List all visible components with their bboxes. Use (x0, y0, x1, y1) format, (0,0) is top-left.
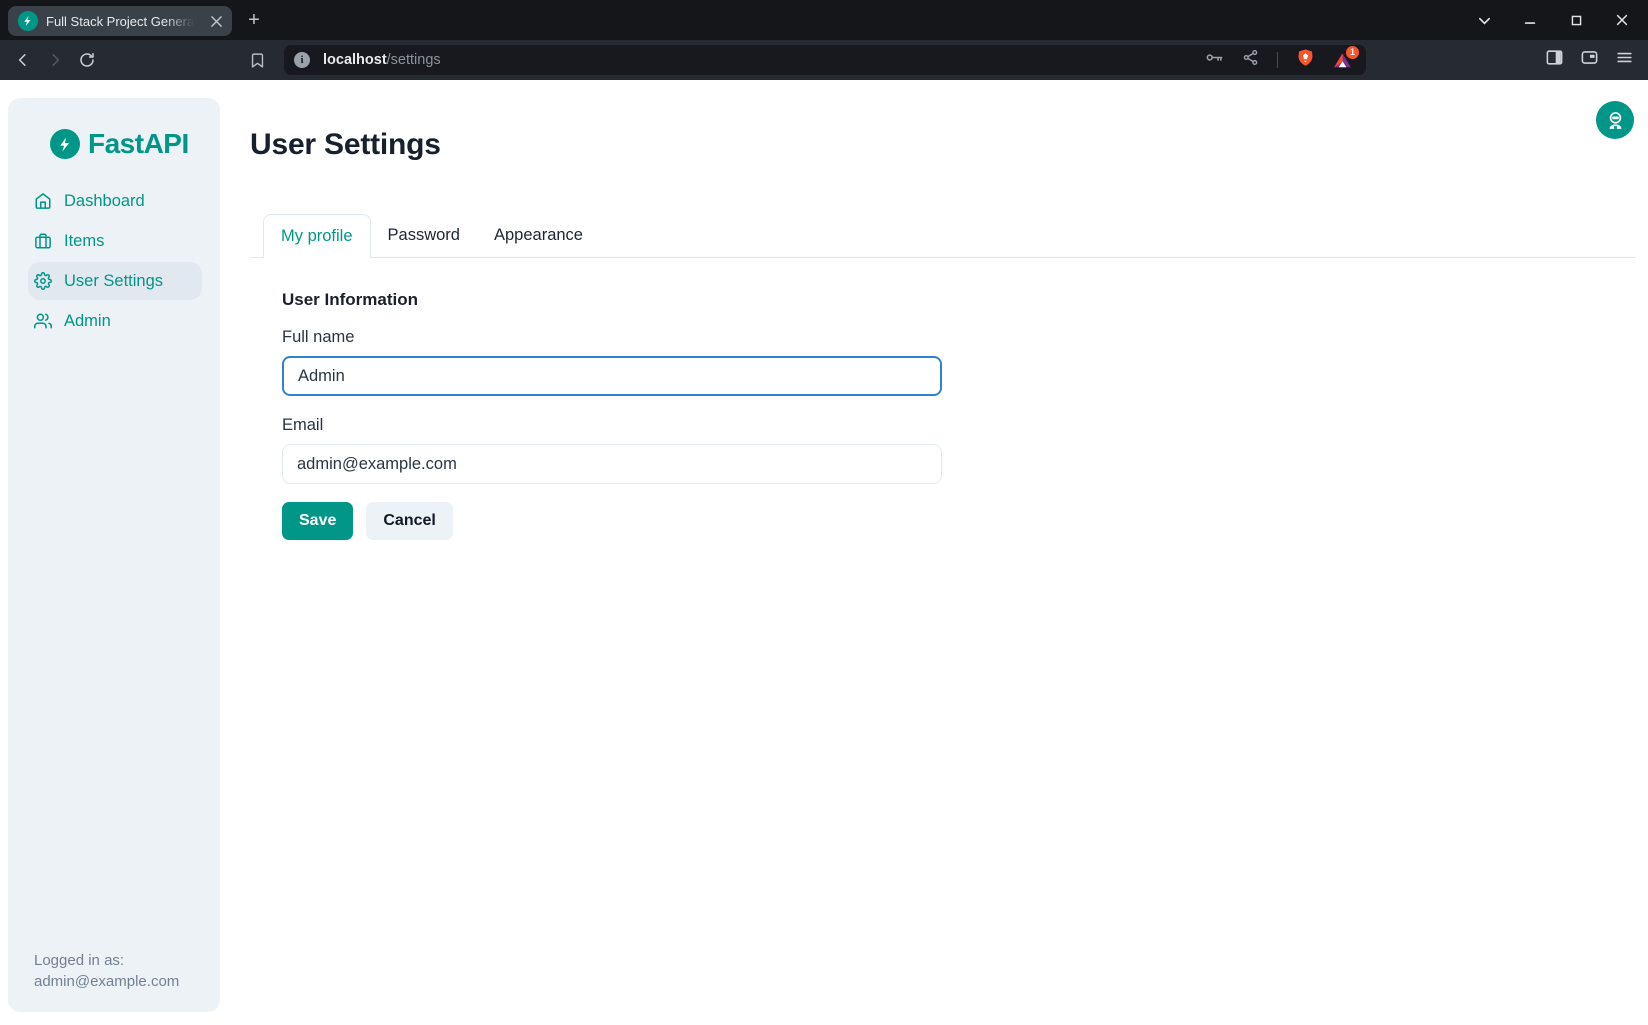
user-information-panel: User Information Full name Email Save Ca… (282, 290, 942, 540)
forward-button[interactable] (44, 49, 66, 71)
site-info-icon[interactable]: i (294, 52, 310, 68)
sidebar-item-admin[interactable]: Admin (28, 302, 202, 340)
browser-tab-bar: Full Stack Project Genera + (0, 0, 1648, 40)
sidebar-item-label: Admin (64, 312, 111, 331)
sidebar-item-user-settings[interactable]: User Settings (28, 262, 202, 300)
sidebar-nav: Dashboard Items User Settings (8, 182, 220, 342)
browser-tab[interactable]: Full Stack Project Genera (8, 6, 232, 36)
home-icon (34, 192, 52, 210)
fastapi-bolt-icon (50, 129, 80, 159)
logged-in-as-label: Logged in as: (34, 950, 179, 971)
email-input[interactable] (282, 444, 942, 484)
toolbar-divider (1277, 52, 1278, 68)
rewards-badge: 1 (1346, 46, 1359, 59)
tab-search-chevron-icon[interactable] (1476, 12, 1492, 28)
url-path: /settings (387, 52, 441, 68)
tab-password[interactable]: Password (371, 214, 477, 257)
browser-tab-title: Full Stack Project Genera (46, 14, 194, 29)
browser-window: Full Stack Project Genera + (0, 0, 1648, 1025)
new-tab-button[interactable]: + (242, 8, 266, 32)
sidebar-item-dashboard[interactable]: Dashboard (28, 182, 202, 220)
tab-appearance[interactable]: Appearance (477, 214, 600, 257)
sidebar: FastAPI Dashboard Items (8, 98, 220, 1012)
briefcase-icon (34, 232, 52, 250)
brave-shield-icon[interactable] (1296, 48, 1315, 72)
url-host: localhost (323, 52, 387, 68)
fastapi-favicon-icon (18, 11, 38, 31)
minimize-button[interactable] (1522, 12, 1538, 28)
wallet-icon[interactable] (1580, 48, 1599, 72)
toolbar-right-actions (1545, 40, 1648, 80)
email-label: Email (282, 416, 942, 435)
full-name-input[interactable] (282, 356, 942, 396)
form-actions: Save Cancel (282, 502, 942, 540)
brave-rewards-icon[interactable]: 1 (1333, 51, 1352, 70)
user-menu-avatar-button[interactable] (1596, 101, 1634, 139)
sidebar-item-label: User Settings (64, 272, 163, 291)
sidebar-item-label: Dashboard (64, 192, 145, 211)
full-name-label: Full name (282, 328, 942, 347)
window-controls (1476, 0, 1648, 40)
close-window-button[interactable] (1614, 12, 1630, 28)
user-astronaut-icon (1605, 110, 1626, 131)
address-bar[interactable]: i localhost/settings 1 (284, 45, 1366, 75)
sidebar-item-items[interactable]: Items (28, 222, 202, 260)
fastapi-logo: FastAPI (50, 128, 189, 160)
share-icon[interactable] (1242, 49, 1259, 71)
logo-text: FastAPI (88, 128, 189, 160)
sidebar-item-label: Items (64, 232, 104, 251)
gear-icon (34, 272, 52, 290)
cancel-button[interactable]: Cancel (366, 502, 452, 540)
sidebar-footer: Logged in as: admin@example.com (34, 950, 179, 992)
sidebar-toggle-icon[interactable] (1545, 48, 1564, 72)
section-title: User Information (282, 290, 942, 310)
reload-button[interactable] (76, 49, 98, 71)
page-content: FastAPI Dashboard Items (0, 80, 1648, 1025)
bookmark-icon[interactable] (246, 49, 268, 71)
logged-in-email: admin@example.com (34, 971, 179, 992)
tab-close-icon[interactable] (208, 13, 224, 29)
page-title: User Settings (250, 128, 441, 162)
password-key-icon[interactable] (1205, 48, 1224, 72)
url-text: localhost/settings (323, 52, 441, 68)
address-bar-actions: 1 (1205, 48, 1366, 72)
users-icon (34, 312, 52, 330)
maximize-button[interactable] (1568, 12, 1584, 28)
menu-hamburger-icon[interactable] (1615, 48, 1634, 72)
save-button[interactable]: Save (282, 502, 353, 540)
tab-my-profile[interactable]: My profile (263, 214, 371, 258)
profile-tabs: My profile Password Appearance (250, 214, 1636, 258)
browser-toolbar: i localhost/settings 1 (0, 40, 1648, 80)
back-button[interactable] (12, 49, 34, 71)
